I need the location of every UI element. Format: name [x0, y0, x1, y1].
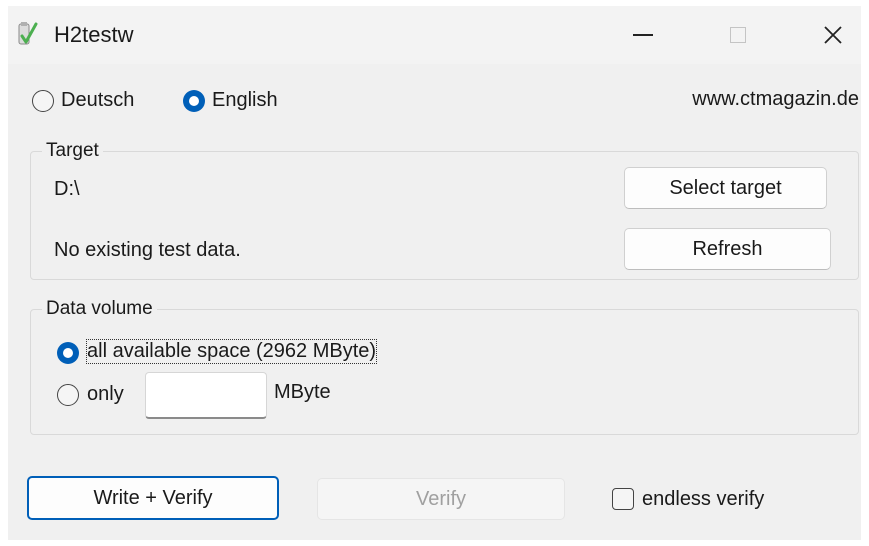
write-verify-button[interactable]: Write + Verify [27, 476, 279, 520]
target-status: No existing test data. [54, 239, 241, 261]
radio-deutsch[interactable] [32, 90, 54, 112]
maximize-button[interactable] [708, 6, 768, 64]
radio-deutsch-label[interactable]: Deutsch [61, 89, 134, 112]
radio-all-available-space-label[interactable]: all available space (2962 MByte) [85, 339, 378, 364]
data-volume-group-caption: Data volume [42, 298, 157, 320]
radio-only[interactable] [57, 384, 79, 406]
maximize-icon [730, 27, 746, 43]
close-icon [824, 26, 842, 44]
refresh-button[interactable]: Refresh [624, 228, 831, 270]
verify-button[interactable]: Verify [317, 478, 565, 520]
radio-only-label[interactable]: only [87, 383, 124, 406]
window-title: H2testw [54, 22, 134, 47]
endless-verify-checkbox[interactable] [612, 488, 634, 510]
target-path: D:\ [54, 178, 80, 200]
mbyte-unit-label: MByte [274, 381, 331, 403]
endless-verify-label[interactable]: endless verify [642, 488, 764, 511]
radio-english-label[interactable]: English [212, 89, 278, 112]
target-group-caption: Target [42, 140, 103, 162]
minimize-button[interactable] [613, 6, 673, 64]
minimize-icon [633, 34, 653, 36]
radio-all-available-space[interactable] [57, 342, 79, 364]
radio-english[interactable] [183, 90, 205, 112]
close-button[interactable] [803, 6, 863, 64]
website-link[interactable]: www.ctmagazin.de [692, 88, 859, 111]
mbyte-input[interactable] [145, 372, 267, 419]
h2testw-window: H2testw Deutsch English www.ctmagazin.de… [8, 6, 861, 540]
title-bar: H2testw [8, 6, 861, 64]
select-target-button[interactable]: Select target [624, 167, 827, 209]
h2testw-app-icon [18, 22, 38, 45]
